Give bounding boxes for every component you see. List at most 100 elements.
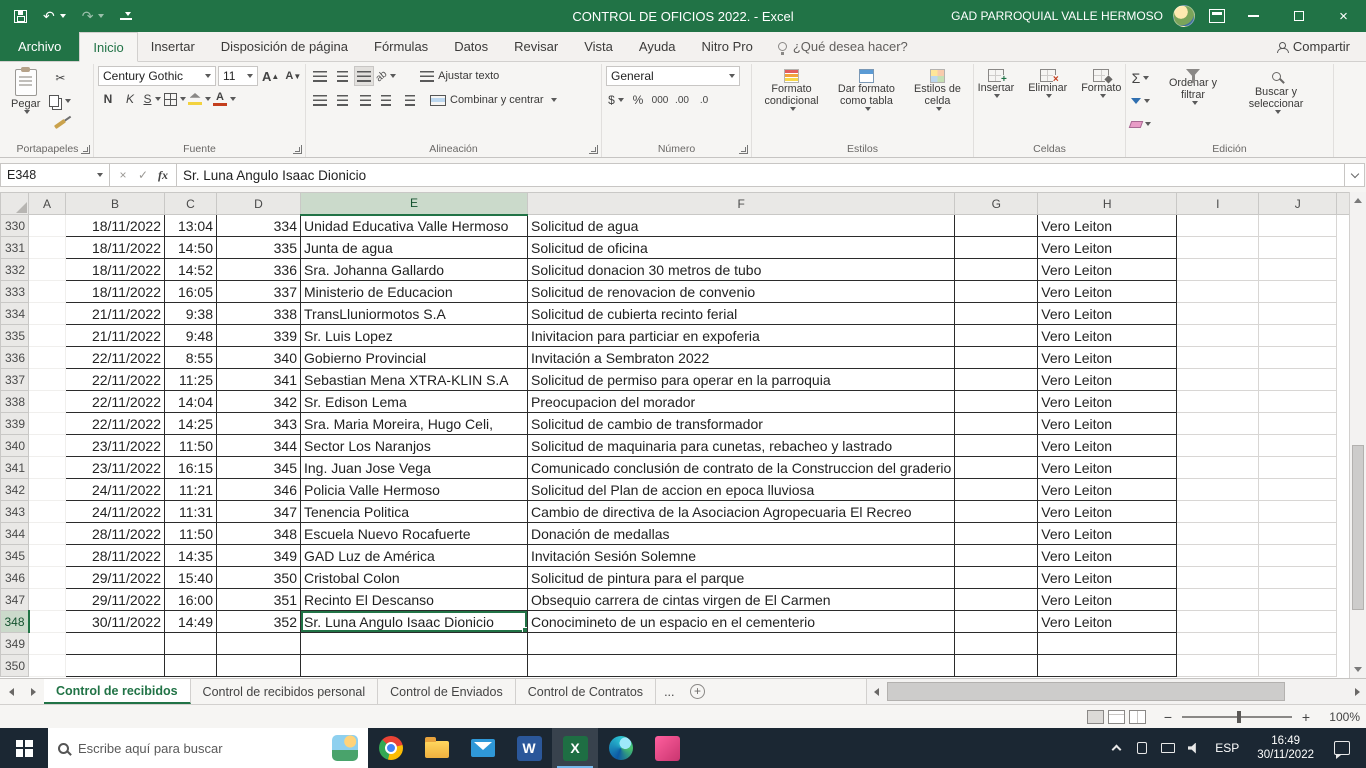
- clear-button[interactable]: [1130, 114, 1151, 134]
- column-header-F[interactable]: F: [528, 193, 955, 215]
- cell-F330[interactable]: Solicitud de agua: [528, 215, 955, 237]
- cell-J343[interactable]: [1259, 501, 1337, 523]
- cell-B344[interactable]: 28/11/2022: [66, 523, 165, 545]
- cell-G339[interactable]: [955, 413, 1038, 435]
- cell-D342[interactable]: 346: [217, 479, 301, 501]
- cell-A350[interactable]: [29, 655, 66, 677]
- cell-F350[interactable]: [528, 655, 955, 677]
- taskbar-app-button[interactable]: [644, 728, 690, 768]
- taskbar-file-explorer-button[interactable]: [414, 728, 460, 768]
- sheet-scroll-right-button[interactable]: [22, 679, 44, 704]
- cell-H344[interactable]: Vero Leiton: [1038, 523, 1177, 545]
- cell-E344[interactable]: Escuela Nuevo Rocafuerte: [301, 523, 528, 545]
- cell-B335[interactable]: 21/11/2022: [66, 325, 165, 347]
- tab-insertar[interactable]: Insertar: [138, 32, 208, 61]
- cell-B341[interactable]: 23/11/2022: [66, 457, 165, 479]
- zoom-slider[interactable]: [1182, 716, 1292, 718]
- format-as-table-button[interactable]: Dar formato como tabla: [831, 66, 902, 114]
- zoom-level[interactable]: 100%: [1322, 710, 1360, 724]
- cell-B347[interactable]: 29/11/2022: [66, 589, 165, 611]
- cell-H345[interactable]: Vero Leiton: [1038, 545, 1177, 567]
- cell-H330[interactable]: Vero Leiton: [1038, 215, 1177, 237]
- cell-E346[interactable]: Cristobal Colon: [301, 567, 528, 589]
- column-header-I[interactable]: I: [1177, 193, 1259, 215]
- cell-F343[interactable]: Cambio de directiva de la Asociacion Agr…: [528, 501, 955, 523]
- cell-C344[interactable]: 11:50: [165, 523, 217, 545]
- cell-A348[interactable]: [29, 611, 66, 633]
- account-avatar[interactable]: [1173, 5, 1195, 27]
- cell-A347[interactable]: [29, 589, 66, 611]
- cell-I349[interactable]: [1177, 633, 1259, 655]
- vertical-scrollbar[interactable]: [1349, 192, 1366, 678]
- increase-indent-button[interactable]: [398, 90, 418, 110]
- cell-B340[interactable]: 23/11/2022: [66, 435, 165, 457]
- cell-H336[interactable]: Vero Leiton: [1038, 347, 1177, 369]
- restore-button[interactable]: [1276, 0, 1321, 32]
- cell-J348[interactable]: [1259, 611, 1337, 633]
- tab-inicio[interactable]: Inicio: [79, 32, 137, 62]
- cell-D345[interactable]: 349: [217, 545, 301, 567]
- cell-I341[interactable]: [1177, 457, 1259, 479]
- cell-F334[interactable]: Solicitud de cubierta recinto ferial: [528, 303, 955, 325]
- cell-G333[interactable]: [955, 281, 1038, 303]
- cell-A343[interactable]: [29, 501, 66, 523]
- cell-G338[interactable]: [955, 391, 1038, 413]
- cell-E349[interactable]: [301, 633, 528, 655]
- vertical-scroll-thumb[interactable]: [1352, 445, 1364, 610]
- cell-J349[interactable]: [1259, 633, 1337, 655]
- volume-icon[interactable]: [1181, 728, 1207, 768]
- cell-G331[interactable]: [955, 237, 1038, 259]
- cell-D334[interactable]: 338: [217, 303, 301, 325]
- name-box[interactable]: E348: [0, 163, 110, 187]
- row-header-349[interactable]: 349: [1, 633, 29, 655]
- copy-button[interactable]: [49, 91, 71, 111]
- cell-H349[interactable]: [1038, 633, 1177, 655]
- cell-D344[interactable]: 348: [217, 523, 301, 545]
- cell-C340[interactable]: 11:50: [165, 435, 217, 457]
- zoom-in-button[interactable]: +: [1300, 709, 1312, 725]
- cell-B334[interactable]: 21/11/2022: [66, 303, 165, 325]
- cell-I343[interactable]: [1177, 501, 1259, 523]
- cell-E340[interactable]: Sector Los Naranjos: [301, 435, 528, 457]
- row-header-340[interactable]: 340: [1, 435, 29, 457]
- cell-B349[interactable]: [66, 633, 165, 655]
- sheet-tab-control-de-recibidos-personal[interactable]: Control de recibidos personal: [191, 679, 379, 704]
- row-header-350[interactable]: 350: [1, 655, 29, 677]
- cell-F335[interactable]: Inivitacion para particiar en expoferia: [528, 325, 955, 347]
- minimize-button[interactable]: [1231, 0, 1276, 32]
- orientation-button[interactable]: ab: [376, 66, 396, 86]
- taskbar-mail-button[interactable]: [460, 728, 506, 768]
- cell-D335[interactable]: 339: [217, 325, 301, 347]
- page-break-view-button[interactable]: [1129, 710, 1146, 724]
- cell-I340[interactable]: [1177, 435, 1259, 457]
- number-format-combo[interactable]: General: [606, 66, 740, 86]
- cell-I331[interactable]: [1177, 237, 1259, 259]
- align-left-button[interactable]: [310, 90, 330, 110]
- cell-D332[interactable]: 336: [217, 259, 301, 281]
- cell-B346[interactable]: 29/11/2022: [66, 567, 165, 589]
- cell-H342[interactable]: Vero Leiton: [1038, 479, 1177, 501]
- cell-D339[interactable]: 343: [217, 413, 301, 435]
- align-center-button[interactable]: [332, 90, 352, 110]
- cell-C339[interactable]: 14:25: [165, 413, 217, 435]
- cell-J336[interactable]: [1259, 347, 1337, 369]
- taskbar-search-box[interactable]: Escribe aquí para buscar: [48, 728, 368, 768]
- insert-cells-button[interactable]: + Insertar: [973, 66, 1020, 101]
- cell-C330[interactable]: 13:04: [165, 215, 217, 237]
- row-header-339[interactable]: 339: [1, 413, 29, 435]
- cell-F337[interactable]: Solicitud de permiso para operar en la p…: [528, 369, 955, 391]
- shrink-font-button[interactable]: A▼: [283, 66, 303, 86]
- cell-B332[interactable]: 18/11/2022: [66, 259, 165, 281]
- sheet-tab-control-de-enviados[interactable]: Control de Enviados: [378, 679, 516, 704]
- action-center-button[interactable]: [1324, 728, 1360, 768]
- cell-F332[interactable]: Solicitud donacion 30 metros de tubo: [528, 259, 955, 281]
- ribbon-display-options-icon[interactable]: [1209, 9, 1225, 23]
- column-header-H[interactable]: H: [1038, 193, 1177, 215]
- cell-C332[interactable]: 14:52: [165, 259, 217, 281]
- hidden-icons-button[interactable]: [1103, 728, 1129, 768]
- cell-D348[interactable]: 352: [217, 611, 301, 633]
- cell-J330[interactable]: [1259, 215, 1337, 237]
- cell-G334[interactable]: [955, 303, 1038, 325]
- cell-H334[interactable]: Vero Leiton: [1038, 303, 1177, 325]
- cell-E334[interactable]: TransLluniormotos S.A: [301, 303, 528, 325]
